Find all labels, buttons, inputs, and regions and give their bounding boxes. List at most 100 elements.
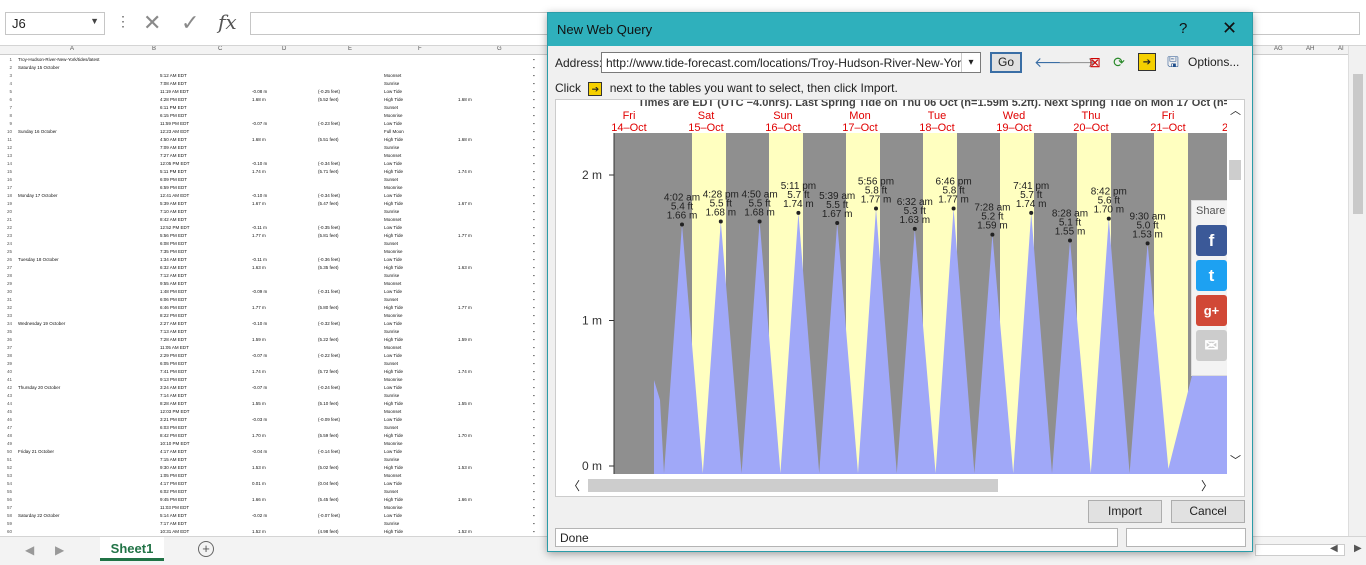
cell[interactable]: 1.68 m [458, 136, 472, 144]
hide-icons-icon[interactable]: ➔ [1138, 53, 1156, 71]
cell[interactable]: 1.77 m [458, 304, 472, 312]
cell[interactable]: (5.22 feet) [318, 336, 339, 344]
cell[interactable]: Sunrise [384, 328, 399, 336]
cell[interactable]: Sunset [384, 104, 398, 112]
cell[interactable]: -0.07 m [252, 120, 267, 128]
cell[interactable]: 1.63 m [458, 264, 472, 272]
preview-scroll-thumb[interactable] [1229, 160, 1241, 180]
cell[interactable]: Moonset [384, 280, 401, 288]
cell[interactable]: 8:42 AM EDT [160, 216, 187, 224]
cell[interactable]: (-0.07 feet) [318, 512, 340, 520]
cell[interactable]: 4:50 AM EDT [160, 136, 187, 144]
google-plus-icon[interactable]: g+ [1196, 295, 1227, 326]
cell[interactable]: Saturday 22 October [18, 512, 60, 520]
column-header[interactable]: C [218, 46, 222, 52]
cell[interactable]: (-0.24 feet) [318, 384, 340, 392]
cell[interactable]: Sunset [384, 424, 398, 432]
cell[interactable]: Low Tide [384, 512, 402, 520]
cell[interactable]: Low Tide [384, 448, 402, 456]
insert-function-icon[interactable]: fx [218, 10, 237, 34]
cell[interactable]: (-0.31 feet) [318, 288, 340, 296]
cell[interactable]: -0.11 m [252, 224, 267, 232]
column-header[interactable]: D [282, 46, 286, 52]
cell[interactable]: 11:19 AM EDT [160, 88, 189, 96]
cell[interactable]: 1.68 m [458, 96, 472, 104]
cell[interactable]: 0.01 m [252, 480, 266, 488]
cell[interactable]: 6:11 PM EDT [160, 104, 187, 112]
cell[interactable]: 3:21 PM EDT [160, 416, 187, 424]
forward-icon[interactable]: 🡒 [1058, 53, 1096, 71]
cell[interactable]: Sunset [384, 176, 398, 184]
cell[interactable]: 7:35 PM EDT [160, 248, 187, 256]
chevron-down-icon[interactable]: ﹀ [1230, 452, 1241, 468]
cell[interactable]: 7:28 AM EDT [160, 336, 187, 344]
cell[interactable]: 7:17 AM EDT [160, 520, 187, 528]
column-header[interactable]: AI [1338, 46, 1344, 52]
cell[interactable]: 6:03 PM EDT [160, 424, 187, 432]
cell[interactable]: Moonset [384, 344, 401, 352]
cell[interactable]: Sunrise [384, 80, 399, 88]
cell[interactable]: Moonrise [384, 248, 403, 256]
sheet-tab[interactable]: Sheet1 [100, 537, 164, 561]
cell[interactable]: 9:55 AM EDT [160, 280, 187, 288]
cell[interactable]: -0.07 m [252, 384, 267, 392]
cell[interactable]: Moonrise [384, 112, 403, 120]
cell[interactable]: 10:31 AM EDT [160, 528, 189, 536]
cell[interactable]: 7:09 AM EDT [160, 144, 187, 152]
cell[interactable]: Sunrise [384, 144, 399, 152]
cell[interactable]: Tuesday 18 October [18, 256, 59, 264]
refresh-icon[interactable]: ⟳ [1110, 53, 1128, 71]
cell[interactable]: -0.03 m [252, 416, 267, 424]
cell[interactable]: Troy-Hudson-River-New-York/tides/latest [18, 56, 99, 64]
cell[interactable]: Wednesday 19 October [18, 320, 65, 328]
cell[interactable]: 2:29 PM EDT [160, 352, 187, 360]
cell[interactable]: 6:09 PM EDT [160, 176, 187, 184]
back-icon[interactable]: 🡐 [1034, 53, 1072, 71]
cell[interactable]: 1.67 m [458, 200, 472, 208]
cell[interactable]: 6:46 PM EDT [160, 304, 187, 312]
cell[interactable]: (5.10 feet) [318, 400, 339, 408]
cell[interactable]: 1:05 PM EDT [160, 472, 187, 480]
cell[interactable]: 8:28 AM EDT [160, 400, 187, 408]
cell[interactable]: -0.11 m [252, 256, 267, 264]
cell[interactable]: -0.08 m [252, 88, 267, 96]
cell[interactable]: Low Tide [384, 320, 402, 328]
cell[interactable]: High Tide [384, 96, 403, 104]
cell[interactable]: 1.53 m [252, 464, 266, 472]
cell[interactable]: 6:32 AM EDT [160, 264, 187, 272]
cell[interactable]: (5.72 feet) [318, 368, 339, 376]
help-button[interactable]: ? [1179, 20, 1187, 37]
cell[interactable]: Thursday 20 October [18, 384, 60, 392]
column-header[interactable]: AG [1274, 46, 1283, 52]
stop-icon[interactable]: ⊠ [1086, 53, 1104, 71]
cell[interactable]: 1.74 m [458, 368, 472, 376]
cell[interactable]: Low Tide [384, 224, 402, 232]
cell[interactable]: Sunset [384, 488, 398, 496]
add-sheet-button[interactable]: + [198, 541, 214, 557]
cell[interactable]: (-0.34 feet) [318, 192, 340, 200]
cell[interactable]: Moonrise [384, 440, 403, 448]
cell[interactable]: Sunrise [384, 272, 399, 280]
cell[interactable]: 6:59 PM EDT [160, 184, 187, 192]
cell[interactable]: Low Tide [384, 192, 402, 200]
cell[interactable]: High Tide [384, 432, 403, 440]
cell[interactable]: 7:08 AM EDT [160, 80, 187, 88]
cell[interactable]: Moonrise [384, 376, 403, 384]
cancel-entry-icon[interactable]: ✕ [143, 10, 161, 36]
cell[interactable]: Moonrise [384, 504, 403, 512]
column-header[interactable]: F [418, 46, 422, 52]
cell[interactable]: 1.77 m [252, 304, 266, 312]
cell[interactable]: -0.10 m [252, 320, 267, 328]
cell[interactable]: (-0.34 feet) [318, 160, 340, 168]
cell[interactable]: 7:10 AM EDT [160, 208, 187, 216]
cell[interactable]: (5.80 feet) [318, 304, 339, 312]
cell[interactable]: (5.02 feet) [318, 464, 339, 472]
cell[interactable]: 7:13 AM EDT [160, 328, 187, 336]
cell[interactable]: 1.52 m [252, 528, 266, 536]
cell[interactable]: 1:48 PM EDT [160, 288, 187, 296]
cell[interactable]: (5.51 feet) [318, 136, 339, 144]
cell[interactable]: 12:41 AM EDT [160, 192, 189, 200]
cell[interactable]: (-0.22 feet) [318, 352, 340, 360]
column-header[interactable]: G [497, 46, 502, 52]
cell[interactable]: 6:15 PM EDT [160, 112, 187, 120]
